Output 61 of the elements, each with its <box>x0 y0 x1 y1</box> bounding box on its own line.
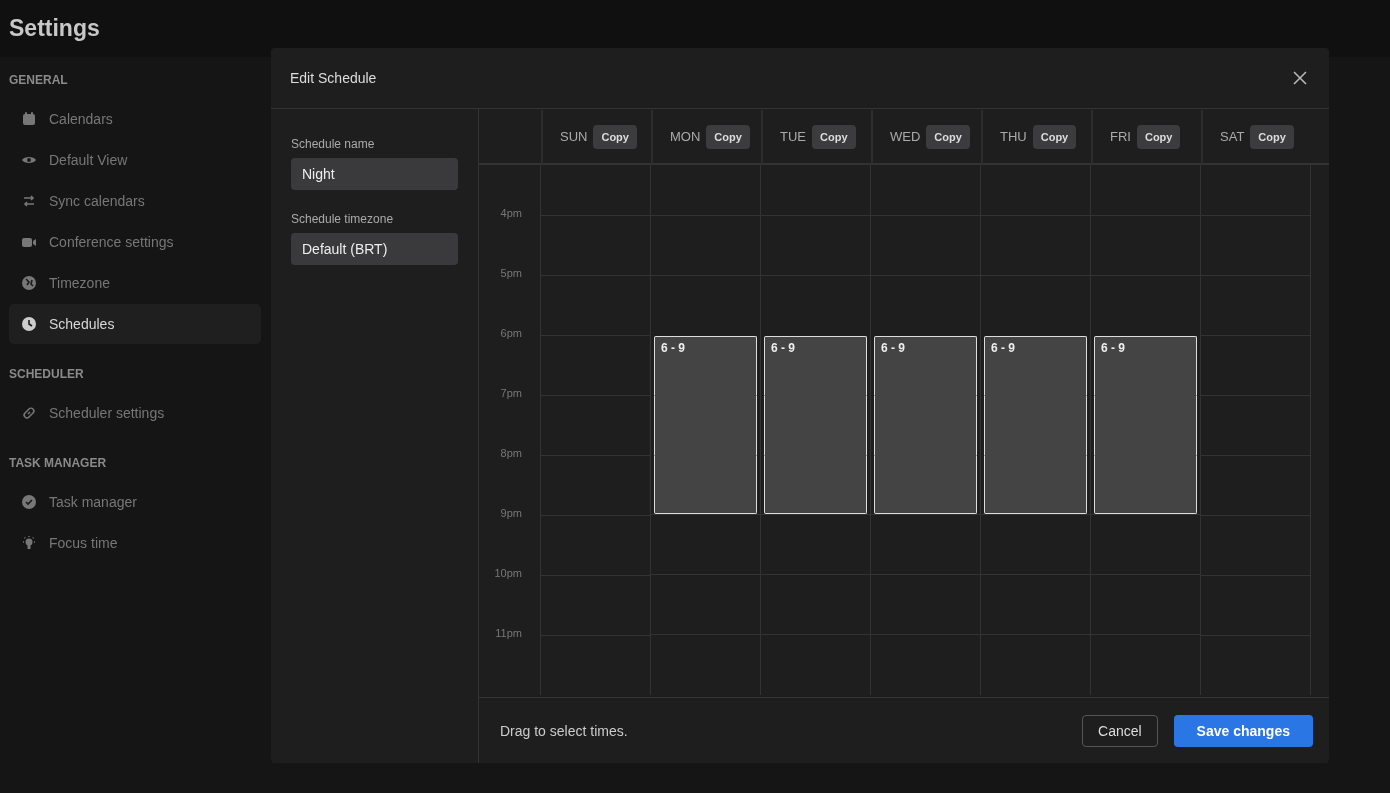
sidebar-item[interactable]: Timezone <box>9 263 261 303</box>
cancel-button[interactable]: Cancel <box>1082 714 1158 747</box>
day-label: FRI <box>1110 129 1131 144</box>
selected-slot[interactable]: 6 - 9 <box>654 336 757 395</box>
close-icon[interactable] <box>1291 69 1309 87</box>
lightbulb-icon <box>21 535 37 551</box>
day-label: TUE <box>780 129 806 144</box>
copy-button[interactable]: Copy <box>593 124 637 149</box>
time-label: 10pm <box>494 567 522 579</box>
sidebar-item[interactable]: Sync calendars <box>9 181 261 221</box>
sidebar-item[interactable]: Schedules <box>9 304 261 344</box>
link-icon <box>21 405 37 421</box>
selected-slot[interactable]: 6 - 9 <box>764 336 867 395</box>
sidebar-item[interactable]: Calendars <box>9 99 261 139</box>
time-label: 4pm <box>500 207 522 219</box>
arrows-icon <box>21 193 37 209</box>
copy-button[interactable]: Copy <box>1250 124 1294 149</box>
input-field[interactable]: Night <box>291 158 458 190</box>
selected-slot[interactable] <box>984 455 1087 514</box>
selected-slot[interactable]: 6 - 9 <box>874 336 977 395</box>
selected-slot[interactable] <box>764 455 867 514</box>
sidebar-item[interactable]: Default View <box>9 140 261 180</box>
copy-button[interactable]: Copy <box>926 124 970 149</box>
copy-button[interactable]: Copy <box>1032 124 1077 149</box>
day-label: THU <box>1000 129 1027 144</box>
day-label: WED <box>890 129 921 144</box>
sidebar-item[interactable]: Focus time <box>9 523 261 563</box>
hint-text: Drag to select times. <box>500 722 628 739</box>
globe-icon <box>21 275 37 291</box>
input-field[interactable]: Default (BRT) <box>291 233 458 265</box>
section-heading: GENERAL <box>9 73 69 89</box>
selected-slot[interactable]: 6 - 9 <box>1094 336 1197 395</box>
selected-slot[interactable] <box>1094 455 1197 514</box>
time-label: 5pm <box>500 267 522 279</box>
page-title: Settings <box>9 15 100 42</box>
selected-slot[interactable] <box>874 455 977 514</box>
copy-button[interactable]: Copy <box>812 124 856 149</box>
save-button[interactable]: Save changes <box>1173 714 1313 747</box>
calendar-icon <box>21 111 37 127</box>
section-heading: TASK MANAGER <box>9 456 108 472</box>
field-label: Schedule timezone <box>291 212 395 226</box>
section-heading: SCHEDULER <box>9 367 85 383</box>
time-label: 7pm <box>500 387 522 399</box>
time-label: 9pm <box>500 507 522 519</box>
copy-button[interactable]: Copy <box>1136 124 1181 149</box>
sidebar-item[interactable]: Scheduler settings <box>9 393 261 433</box>
selected-slot[interactable]: 6 - 9 <box>984 336 1087 395</box>
field-label: Schedule name <box>291 137 376 151</box>
day-label: MON <box>670 129 701 144</box>
dialog-title: Edit Schedule <box>290 70 377 86</box>
sidebar-item[interactable]: Task manager <box>9 482 261 522</box>
time-label: 8pm <box>500 447 522 459</box>
clock-icon <box>21 316 37 332</box>
time-label: 6pm <box>500 327 522 339</box>
copy-button[interactable]: Copy <box>706 124 750 149</box>
day-label: SAT <box>1220 129 1245 144</box>
check-circle-icon <box>21 494 37 510</box>
time-label: 11pm <box>495 627 522 639</box>
selected-slot[interactable] <box>654 455 757 514</box>
sidebar-item[interactable]: Conference settings <box>9 222 261 262</box>
day-label: SUN <box>560 129 588 144</box>
